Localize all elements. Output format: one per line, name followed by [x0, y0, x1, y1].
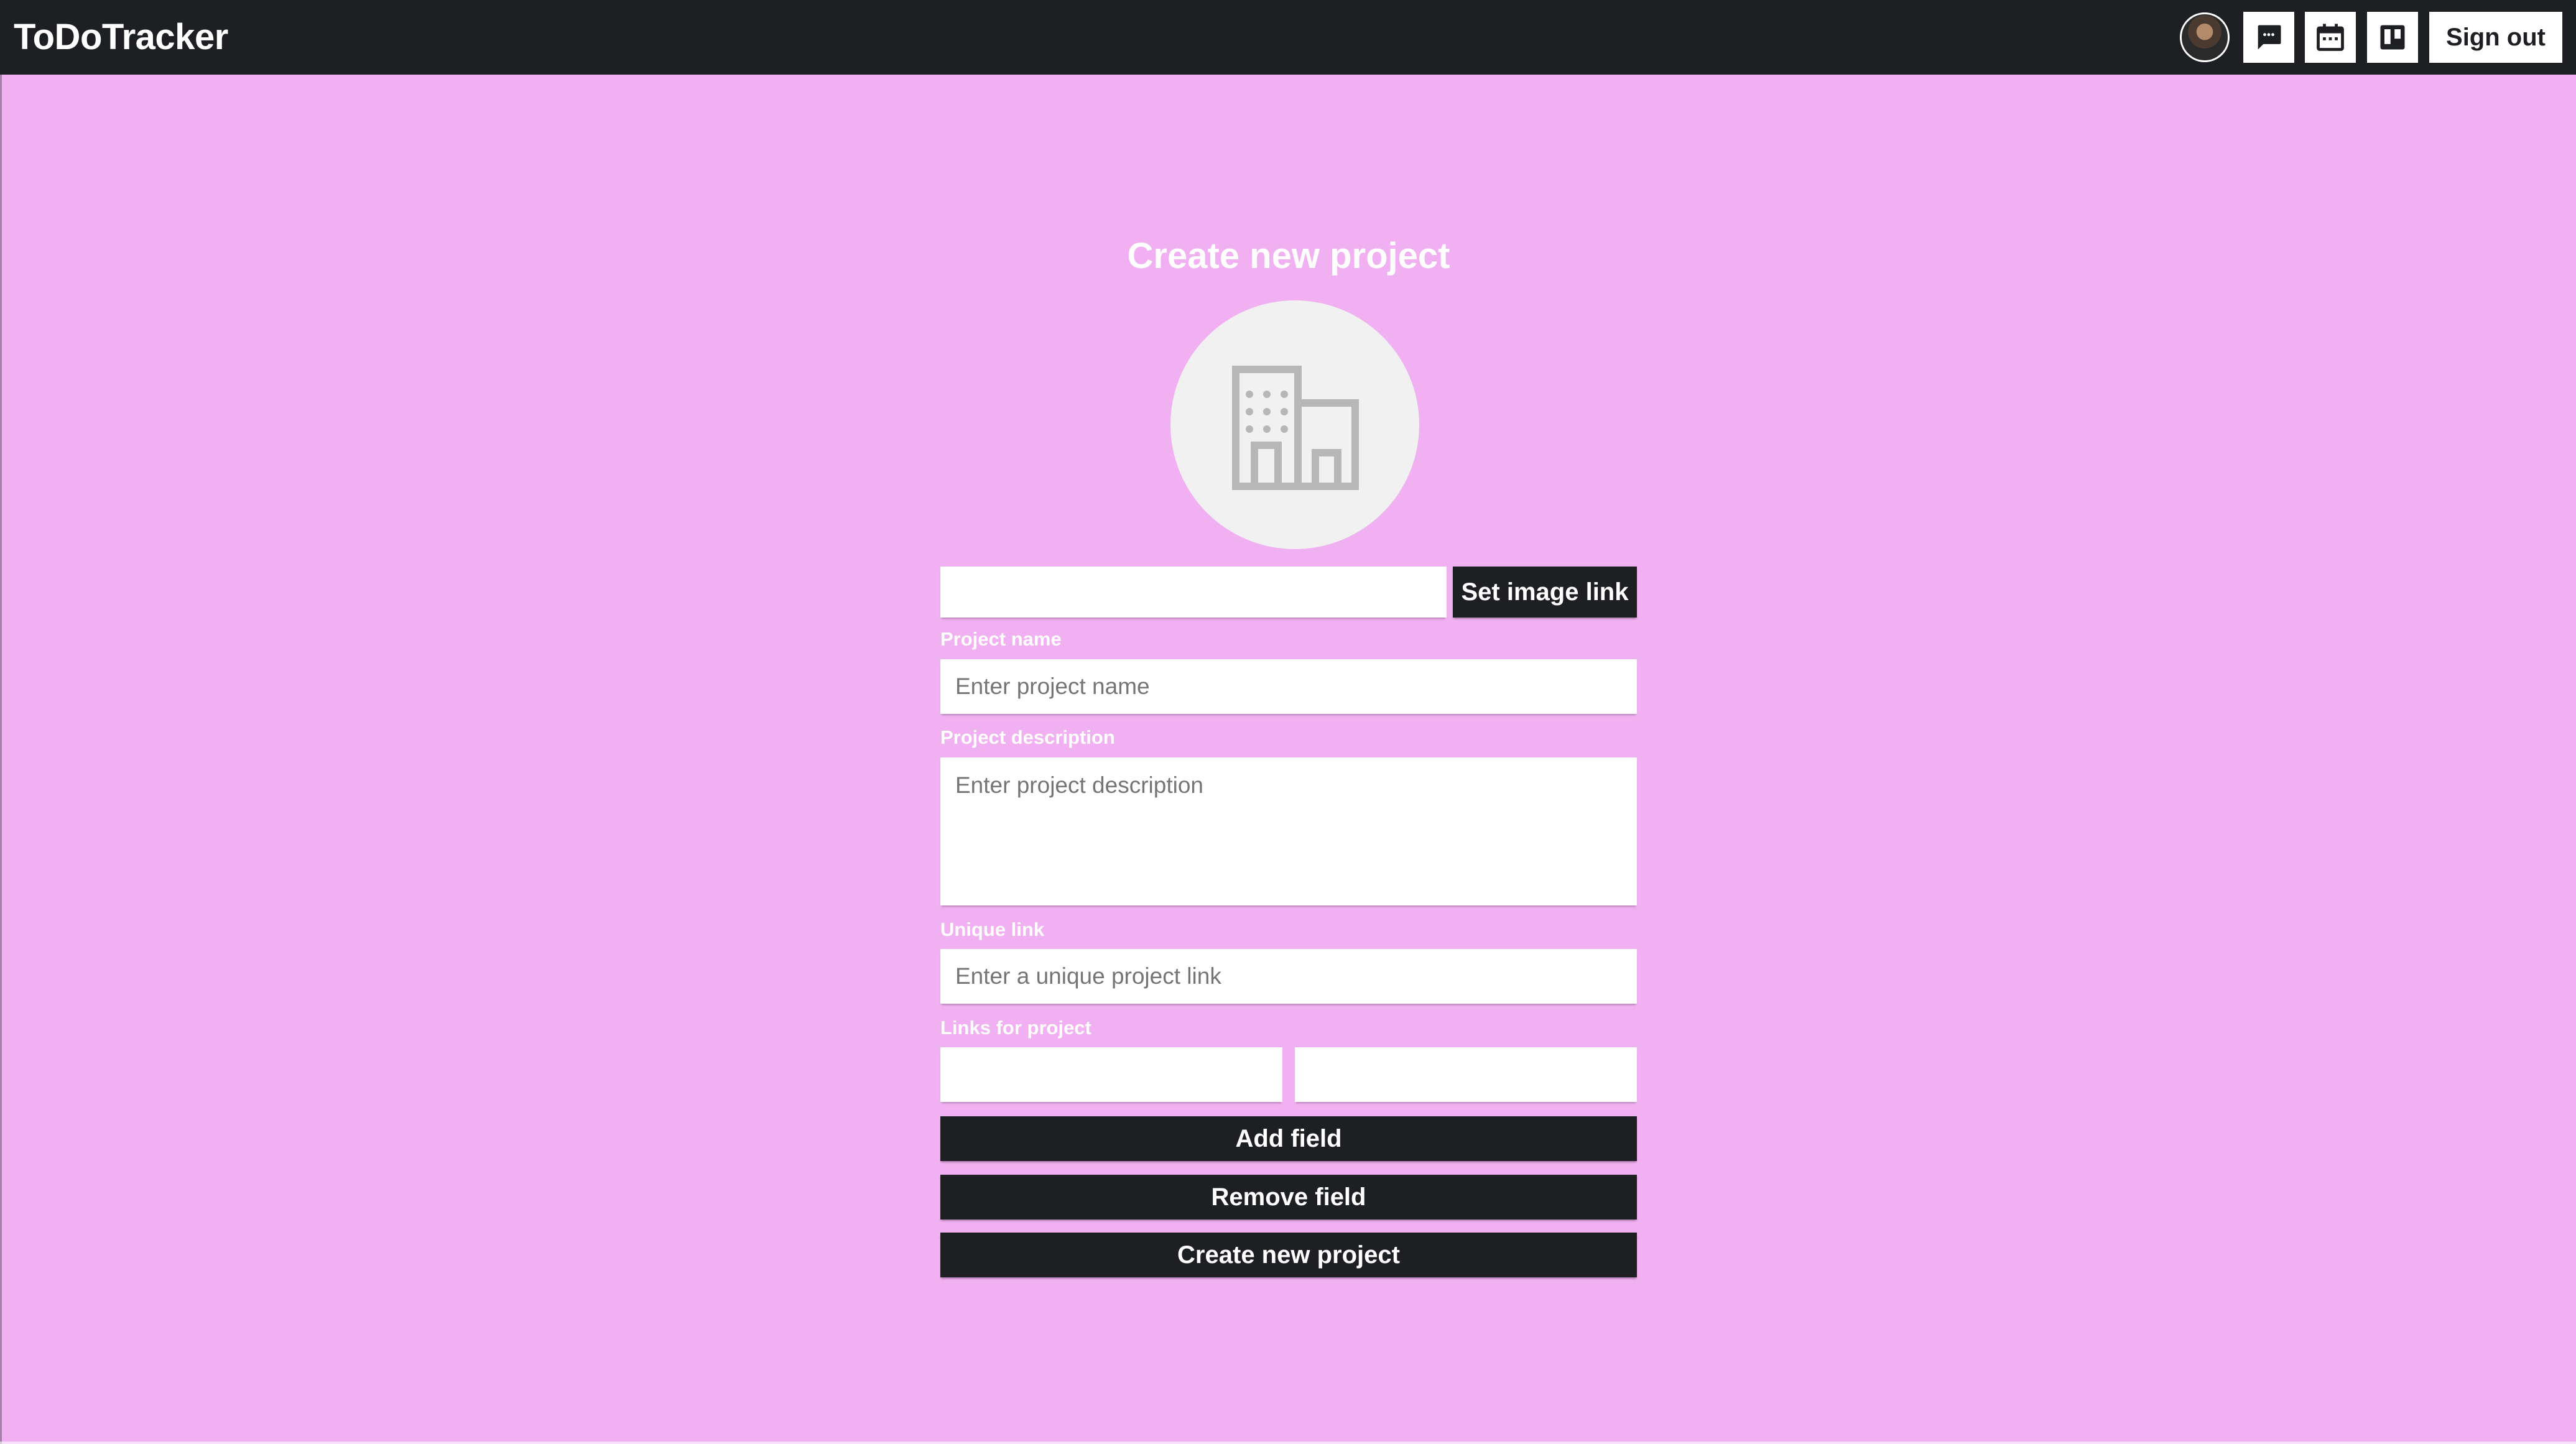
user-avatar[interactable]: [2180, 12, 2230, 62]
board-button[interactable]: [2367, 12, 2418, 63]
project-links-label: Links for project: [940, 1017, 1091, 1039]
app-brand[interactable]: ToDoTracker: [14, 0, 228, 75]
project-description-input[interactable]: [940, 757, 1637, 905]
image-link-input[interactable]: [940, 567, 1447, 618]
set-image-link-button[interactable]: Set image link: [1453, 567, 1637, 618]
project-image-placeholder: [1170, 300, 1419, 549]
page-left-border: [0, 75, 2, 1444]
calendar-icon: [2317, 24, 2344, 51]
project-description-label: Project description: [940, 726, 1115, 748]
project-name-label: Project name: [940, 628, 1062, 650]
page-bottom-border: [0, 1442, 2576, 1444]
top-navigation-bar: ToDoTracker Sign out: [0, 0, 2576, 75]
create-project-button[interactable]: Create new project: [940, 1233, 1637, 1277]
project-link-field[interactable]: [1295, 1047, 1637, 1102]
unique-link-input[interactable]: [940, 949, 1637, 1004]
chat-icon: [2258, 25, 2281, 50]
page-title: Create new project: [1127, 236, 1450, 276]
calendar-button[interactable]: [2305, 12, 2356, 63]
unique-link-label: Unique link: [940, 919, 1045, 940]
building-icon: [1232, 366, 1359, 490]
project-name-input[interactable]: [940, 659, 1637, 714]
project-link-field[interactable]: [940, 1047, 1282, 1102]
board-icon: [2380, 25, 2405, 50]
chat-button[interactable]: [2243, 12, 2294, 63]
sign-out-button[interactable]: Sign out: [2429, 12, 2562, 63]
remove-field-button[interactable]: Remove field: [940, 1175, 1637, 1220]
add-field-button[interactable]: Add field: [940, 1116, 1637, 1161]
